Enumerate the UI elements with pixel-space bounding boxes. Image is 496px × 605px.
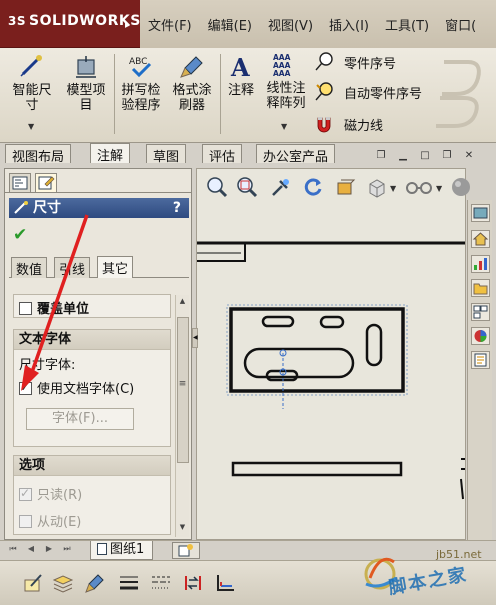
hide-show-edges-icon[interactable] <box>182 572 204 594</box>
property-manager-panel: 尺寸 ? ✔ 数值 引线 其它 覆盖单位 文本字体 尺寸字体: 使用文档字体(C… <box>4 168 192 540</box>
menu-view[interactable]: 视图(V) <box>260 15 321 34</box>
magnetic-line-button[interactable]: 磁力线 <box>314 114 383 134</box>
menu-bar: 文件(F) 编辑(E) 视图(V) 插入(I) 工具(T) 窗口( <box>140 0 496 48</box>
note-icon: A <box>230 54 250 80</box>
smart-dimension-button[interactable]: 智能尺 寸 <box>8 54 56 113</box>
view-palette-icon[interactable] <box>471 303 490 321</box>
balloon-icon <box>315 52 333 71</box>
tab-annotation[interactable]: 注解 <box>90 143 131 164</box>
balloon-button[interactable]: 零件序号 <box>314 52 396 72</box>
appearance-sphere-icon[interactable] <box>450 176 472 198</box>
task-pane-strip <box>467 200 492 540</box>
graphics-area[interactable] <box>196 168 466 540</box>
spell-check-icon: ABC <box>129 57 152 78</box>
next-sheet-icon[interactable]: ▶ <box>42 544 56 557</box>
linear-pattern-icon: AAA AAA AAA <box>273 53 291 78</box>
solidworks-logo[interactable]: 3S SOLIDWORKS <box>8 13 141 29</box>
hide-show-dropdown-icon[interactable]: ▼ <box>436 184 442 193</box>
auto-balloon-icon <box>315 82 333 101</box>
logo-menu-arrow-icon[interactable]: ▸ <box>125 20 130 31</box>
file-explorer-icon[interactable] <box>471 279 490 297</box>
rotate-refresh-icon[interactable] <box>302 176 324 198</box>
home-icon[interactable] <box>471 230 490 248</box>
model-items-icon <box>76 56 96 78</box>
tab-view-layout[interactable]: 视图布局 <box>5 144 72 165</box>
tab-sketch[interactable]: 草图 <box>146 144 187 165</box>
maximize-icon[interactable]: □ <box>418 150 432 163</box>
panel-collapse-icon[interactable]: ◀ <box>192 328 198 348</box>
format-painter-button[interactable]: 格式涂 刷器 <box>168 54 216 113</box>
menu-window[interactable]: 窗口( <box>437 15 484 34</box>
heads-up-view-toolbar: ▼ ▼ <box>200 172 480 204</box>
hide-show-items-icon[interactable] <box>404 176 434 198</box>
magnet-icon <box>317 117 331 133</box>
linear-note-pattern-button[interactable]: AAA AAA AAA 线性注 释阵列 <box>262 52 310 111</box>
zoom-to-fit-icon[interactable] <box>206 176 228 198</box>
smart-dimension-dropdown-icon[interactable]: ▼ <box>28 122 34 131</box>
document-window-buttons: ❐ ▁ □ ❐ ✕ <box>370 150 490 166</box>
prev-sheet-icon[interactable]: ◀ <box>24 544 38 557</box>
layers-icon[interactable] <box>52 572 74 594</box>
svg-text:AAA: AAA <box>273 69 291 78</box>
sheet-icon <box>97 543 107 555</box>
separator <box>220 54 221 134</box>
ds-logo-icon: 3S <box>8 14 26 28</box>
sheet-tab-bar: ⏮ ◀ ▶ ⏭ 图纸1 <box>0 540 496 560</box>
svg-text:A: A <box>230 54 250 80</box>
watermark-url: jb51.net <box>436 548 482 561</box>
first-sheet-icon[interactable]: ⏮ <box>6 544 20 557</box>
tab-evaluate[interactable]: 评估 <box>202 144 243 165</box>
linear-pattern-dropdown-icon[interactable]: ▼ <box>281 122 287 131</box>
previous-view-icon[interactable] <box>270 176 292 198</box>
command-manager: 智能尺 寸 ▼ 模型项 目 ABC 拼写检 验程序 格式涂 刷器 A 注释 AA… <box>0 48 496 143</box>
line-thickness-icon[interactable] <box>118 572 140 594</box>
format-painter-icon <box>180 56 203 78</box>
view-orientation-dropdown-icon[interactable]: ▼ <box>390 184 396 193</box>
design-library-icon[interactable] <box>471 255 490 273</box>
menu-tools[interactable]: 工具(T) <box>377 15 437 34</box>
sheet-tab-1[interactable]: 图纸1 <box>90 541 154 560</box>
separator <box>114 54 115 134</box>
color-display-mode-icon[interactable] <box>214 572 236 594</box>
ds-watermark-logo-icon <box>436 60 481 128</box>
menu-insert[interactable]: 插入(I) <box>321 15 377 34</box>
menu-file[interactable]: 文件(F) <box>140 15 200 34</box>
view-orientation-icon[interactable] <box>366 176 388 198</box>
line-format-painter-icon[interactable] <box>84 572 106 594</box>
auto-balloon-button[interactable]: 自动零件序号 <box>314 82 422 102</box>
smart-dimension-icon <box>20 55 42 77</box>
solidworks-resources-icon[interactable] <box>471 204 490 222</box>
note-button[interactable]: A 注释 <box>223 54 259 98</box>
title-bar: 3S SOLIDWORKS ▸ 文件(F) 编辑(E) 视图(V) 插入(I) 工… <box>0 0 496 48</box>
last-sheet-icon[interactable]: ⏭ <box>60 544 74 557</box>
spell-check-button[interactable]: ABC 拼写检 验程序 <box>118 54 164 113</box>
restore-icon[interactable]: ❐ <box>440 150 454 163</box>
add-sheet-icon[interactable] <box>172 542 200 559</box>
minimize-icon[interactable]: ▁ <box>396 150 410 163</box>
model-items-button[interactable]: 模型项 目 <box>60 54 112 113</box>
red-pointer-arrow-icon <box>21 214 89 391</box>
restore-down-icon[interactable]: ❐ <box>374 150 388 163</box>
section-view-icon[interactable] <box>334 176 356 198</box>
zoom-to-area-icon[interactable] <box>236 176 258 198</box>
svg-text:ABC: ABC <box>129 57 147 67</box>
menu-edit[interactable]: 编辑(E) <box>200 15 260 34</box>
close-icon[interactable]: ✕ <box>462 150 476 163</box>
line-style-icon[interactable] <box>150 572 172 594</box>
drawing-sheet <box>197 241 465 500</box>
custom-properties-icon[interactable] <box>471 351 490 369</box>
appearances-icon[interactable] <box>471 327 490 345</box>
tab-office-products[interactable]: 办公室产品 <box>256 144 336 165</box>
annotation-layer-icon[interactable] <box>22 572 44 594</box>
